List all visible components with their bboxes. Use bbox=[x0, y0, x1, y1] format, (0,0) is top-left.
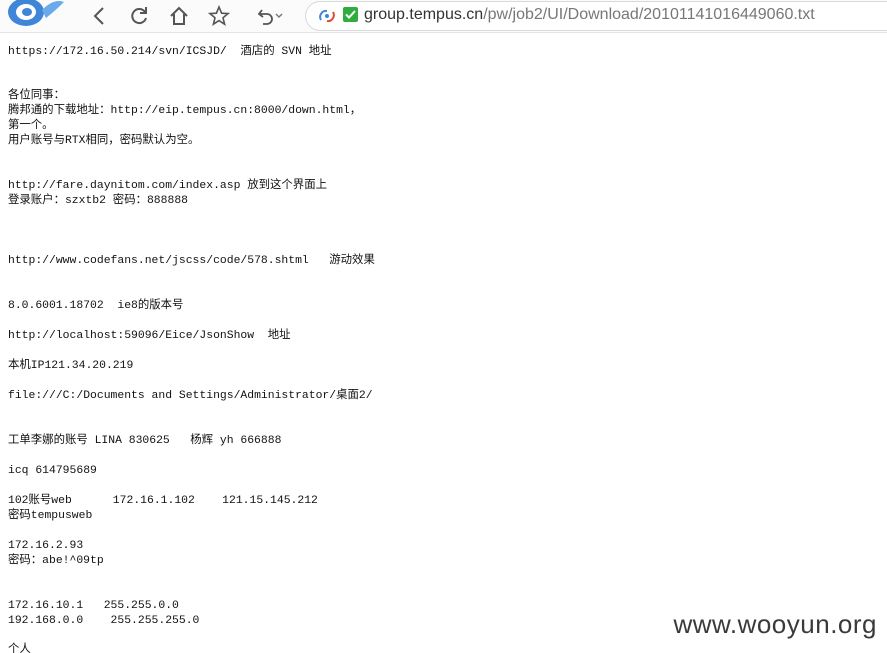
document-line: icq 614795689 bbox=[8, 465, 97, 477]
home-icon bbox=[169, 6, 189, 26]
reload-icon bbox=[129, 6, 149, 26]
favorite-button[interactable] bbox=[206, 3, 232, 29]
undo-close-tab-button[interactable] bbox=[250, 3, 290, 29]
chevron-down-icon bbox=[275, 13, 283, 19]
browser-toolbar: group.tempus.cn/pw/job2/UI/Download/2010… bbox=[0, 0, 887, 33]
address-bar-icon bbox=[318, 8, 336, 24]
document-line: 密码tempusweb bbox=[8, 510, 93, 522]
document-line: 172.16.2.93 bbox=[8, 540, 84, 552]
document-line: 8.0.6001.18702 ie8的版本号 bbox=[8, 300, 184, 312]
url-domain: group.tempus.cn bbox=[364, 6, 484, 23]
document-line: 工单李娜的账号 LINA 830625 杨辉 yh 666888 bbox=[8, 435, 282, 447]
address-bar[interactable]: group.tempus.cn/pw/job2/UI/Download/2010… bbox=[305, 1, 887, 31]
logo-icon bbox=[2, 0, 66, 28]
back-button[interactable] bbox=[86, 3, 112, 29]
document-line: 登录账户：szxtb2 密码：888888 bbox=[8, 195, 188, 207]
document-line: 第一个。 bbox=[8, 120, 54, 132]
home-button[interactable] bbox=[166, 3, 192, 29]
document-line: 各位同事： bbox=[8, 90, 65, 102]
document-line: 密码：abe!^09tp bbox=[8, 555, 104, 567]
secure-check-icon bbox=[343, 7, 358, 22]
document-line: 102账号web 172.16.1.102 121.15.145.212 bbox=[8, 495, 318, 507]
document-line: http://www.codefans.net/jscss/code/578.s… bbox=[8, 255, 375, 267]
document-line: http://localhost:59096/Eice/JsonShow 地址 bbox=[8, 330, 291, 342]
url-path: /pw/job2/UI/Download/20101141016449060.t… bbox=[483, 6, 815, 23]
reload-button[interactable] bbox=[126, 3, 152, 29]
document-line: 192.168.0.0 255.255.255.0 bbox=[8, 615, 200, 627]
back-icon bbox=[92, 7, 106, 25]
undo-icon bbox=[257, 7, 275, 25]
document-line: 本机IP121.34.20.219 bbox=[8, 360, 134, 372]
document-line: 用户账号与RTX相同，密码默认为空。 bbox=[8, 135, 200, 147]
document-line: http://fare.daynitom.com/index.asp 放到这个界… bbox=[8, 180, 327, 192]
document-line: 腾邦通的下载地址：http://eip.tempus.cn:8000/down.… bbox=[8, 105, 362, 117]
document-line: https://172.16.50.214/svn/ICSJD/ 酒店的 SVN… bbox=[8, 46, 332, 58]
document-line: 172.16.10.1 255.255.0.0 bbox=[8, 600, 179, 612]
document-line: 个人 bbox=[8, 644, 31, 653]
document-line: file:///C:/Documents and Settings/Admini… bbox=[8, 390, 373, 402]
url-text[interactable]: group.tempus.cn/pw/job2/UI/Download/2010… bbox=[364, 6, 815, 24]
watermark: www.wooyun.org bbox=[673, 609, 877, 639]
favorite-star-icon bbox=[208, 5, 230, 27]
